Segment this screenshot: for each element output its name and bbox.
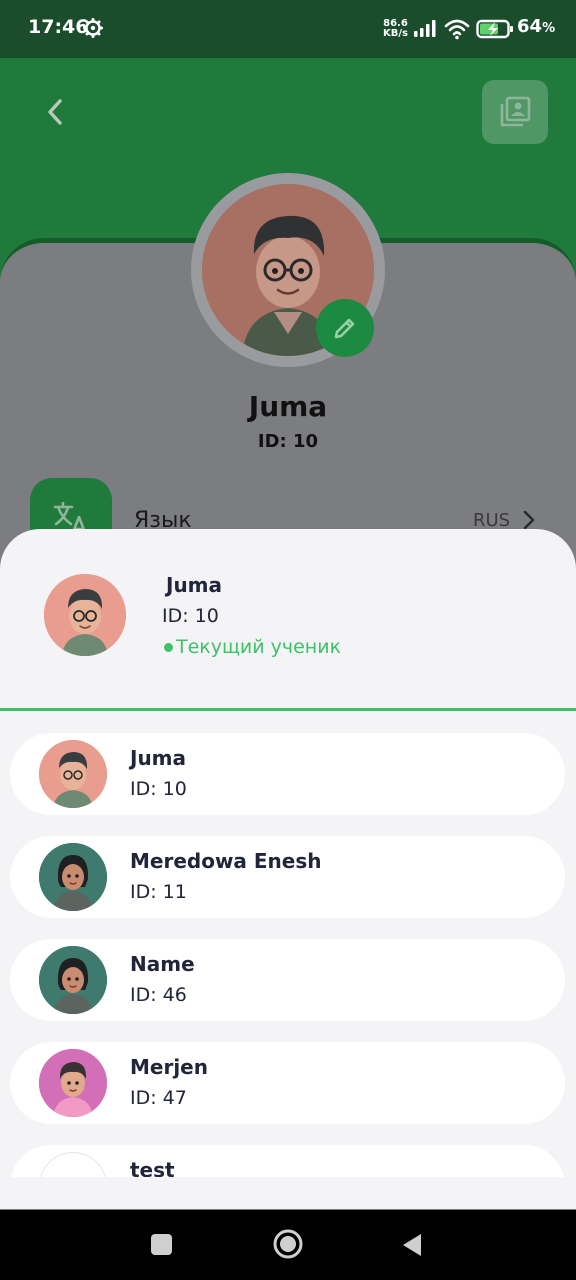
student-name: Merjen [130, 1055, 208, 1079]
student-avatar [39, 843, 107, 911]
current-student-name: Juma [166, 573, 223, 597]
student-name: Juma [130, 746, 187, 770]
profile-name: Juma [248, 390, 328, 423]
current-student-avatar [44, 574, 126, 656]
student-name: test [130, 1158, 175, 1177]
wifi-icon [444, 19, 470, 40]
back-arrow-icon[interactable] [40, 95, 70, 129]
student-list-item-name[interactable]: Name ID: 46 [10, 939, 565, 1021]
home-button[interactable] [272, 1228, 304, 1260]
student-id: ID: 46 [130, 984, 187, 1006]
profile-id: ID: 10 [257, 431, 319, 452]
student-id: ID: 10 [130, 778, 187, 800]
current-student-id: ID: 10 [162, 605, 219, 627]
student-list-item-merjen[interactable]: Merjen ID: 47 [10, 1042, 565, 1124]
student-avatar [39, 1152, 107, 1177]
student-list[interactable]: Juma ID: 10 Meredowa Enesh ID: 11 Name I… [0, 711, 576, 1177]
battery-percent-value: 64 [517, 16, 543, 37]
student-avatar [39, 740, 107, 808]
network-speed-unit: KB/s [383, 28, 408, 39]
chevron-right-icon[interactable] [522, 510, 536, 530]
signal-icon [414, 20, 436, 37]
gear-icon [83, 18, 103, 38]
student-name: Name [130, 952, 195, 976]
student-list-item-test[interactable]: test [10, 1145, 565, 1177]
recent-apps-button[interactable] [151, 1234, 172, 1255]
language-value[interactable]: RUS [473, 510, 510, 531]
current-student-card: Juma ID: 10 Текущий ученик [0, 529, 576, 709]
student-list-item-meredowa-enesh[interactable]: Meredowa Enesh ID: 11 [10, 836, 565, 918]
back-triangle-icon[interactable] [400, 1232, 424, 1258]
photo-album-button[interactable] [482, 80, 548, 144]
student-avatar [39, 1049, 107, 1117]
battery-percent: 64% [517, 16, 555, 37]
battery-icon [476, 19, 513, 39]
status-dot [164, 643, 173, 652]
student-switcher-sheet: Juma ID: 10 Текущий ученик Juma ID: 10 M… [0, 529, 576, 1209]
status-time: 17:46 [28, 16, 89, 38]
student-name: Meredowa Enesh [130, 849, 322, 873]
current-student-status: Текущий ученик [164, 636, 341, 658]
pencil-icon [334, 318, 355, 339]
student-id: ID: 47 [130, 1087, 187, 1109]
current-student-status-text: Текущий ученик [176, 636, 342, 658]
system-navigation-bar [0, 1210, 576, 1280]
status-bar: 17:46 86.6 KB/s 64% [0, 0, 576, 58]
student-avatar [39, 946, 107, 1014]
network-speed: 86.6 KB/s [383, 19, 408, 39]
edit-avatar-button[interactable] [316, 299, 374, 357]
photo-album-icon [500, 96, 531, 127]
student-id: ID: 11 [130, 881, 187, 903]
battery-percent-unit: % [542, 21, 556, 36]
student-list-item-juma[interactable]: Juma ID: 10 [10, 733, 565, 815]
